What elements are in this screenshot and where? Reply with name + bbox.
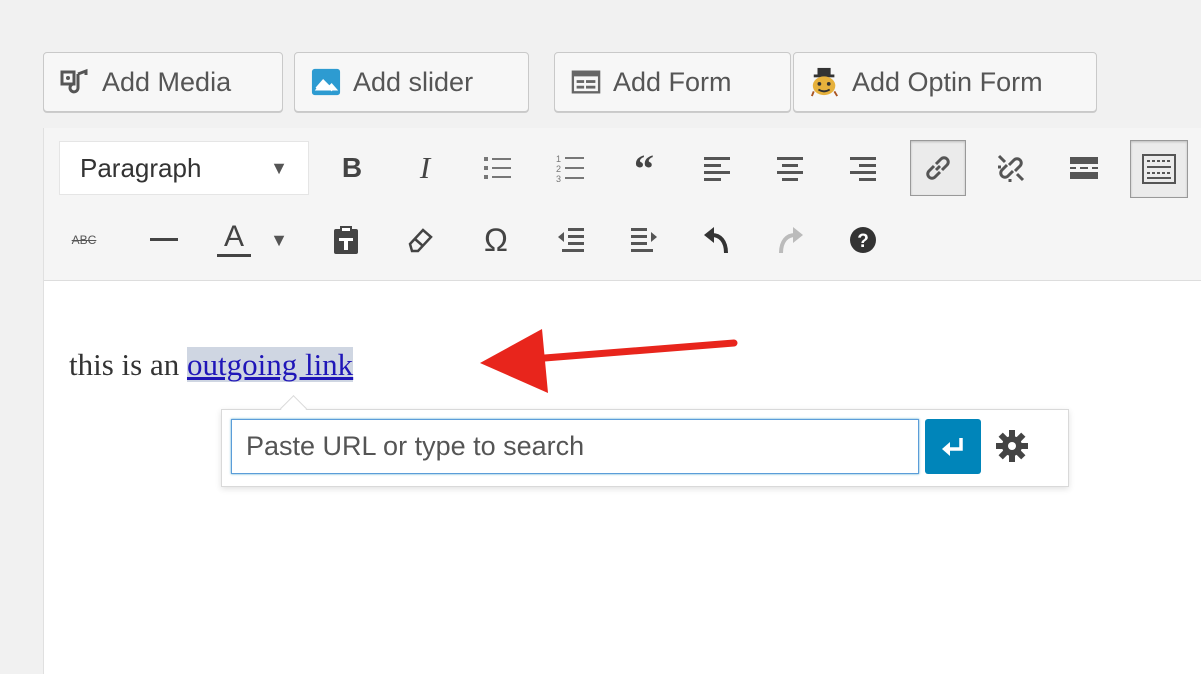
- align-center-button[interactable]: [770, 146, 810, 190]
- read-more-button[interactable]: [1064, 146, 1104, 190]
- optin-icon: [810, 67, 840, 97]
- popup-caret: [280, 395, 307, 422]
- read-more-icon: [1070, 157, 1098, 179]
- svg-text:2: 2: [556, 164, 561, 174]
- text-color-button[interactable]: A: [209, 214, 259, 264]
- editor: Paragraph ▼ B I 123 “ ABC A ▼ Ω ? this i…: [43, 128, 1201, 674]
- italic-button[interactable]: I: [405, 146, 445, 190]
- format-select[interactable]: Paragraph ▼: [59, 141, 309, 195]
- add-optin-form-label: Add Optin Form: [852, 66, 1043, 97]
- undo-icon: [704, 227, 728, 254]
- toolbar-toggle-button[interactable]: [1130, 140, 1188, 198]
- add-slider-label: Add slider: [353, 66, 474, 97]
- undo-button[interactable]: [697, 218, 737, 262]
- add-optin-form-button[interactable]: Add Optin Form: [793, 52, 1097, 112]
- add-media-button[interactable]: Add Media: [43, 52, 283, 112]
- red-arrow-annotation: [480, 329, 738, 393]
- text-color-dropdown[interactable]: ▼: [266, 218, 292, 262]
- redo-icon: [779, 227, 803, 254]
- media-icon: [60, 67, 90, 97]
- horizontal-line-button[interactable]: [144, 218, 184, 262]
- outdent-button[interactable]: [551, 218, 591, 262]
- redo-button[interactable]: [770, 218, 810, 262]
- numbered-list-icon: 123: [556, 154, 584, 183]
- content-paragraph: this is an outgoing link: [69, 347, 354, 383]
- align-right-icon: [850, 157, 876, 181]
- apply-link-button[interactable]: [925, 419, 981, 474]
- toolbar-toggle-icon: [1142, 154, 1176, 184]
- horizontal-line-icon: [150, 238, 178, 241]
- paste-text-icon: [334, 226, 358, 254]
- clear-formatting-button[interactable]: [401, 218, 441, 262]
- blockquote-icon: “: [634, 145, 654, 191]
- align-left-button[interactable]: [697, 146, 737, 190]
- align-right-button[interactable]: [843, 146, 883, 190]
- add-media-label: Add Media: [102, 66, 232, 97]
- bold-icon: B: [341, 152, 363, 183]
- url-input[interactable]: [231, 419, 919, 474]
- numbered-list-button[interactable]: 123: [551, 146, 591, 190]
- link-popup: [221, 395, 1069, 487]
- outdent-icon: [558, 228, 584, 252]
- special-character-icon: Ω: [484, 221, 508, 258]
- link-button[interactable]: [910, 140, 966, 196]
- help-button[interactable]: ?: [843, 218, 883, 262]
- editor-toolbar: Paragraph ▼ B I 123 “ ABC A ▼ Ω ?: [44, 128, 1201, 281]
- gear-icon: [996, 430, 1028, 462]
- paragraph-text: this is an: [69, 347, 187, 382]
- paste-text-button[interactable]: [326, 218, 366, 262]
- italic-icon: I: [419, 150, 431, 185]
- bullet-list-icon: [484, 157, 511, 179]
- align-left-icon: [704, 157, 730, 181]
- link-settings-button[interactable]: [990, 424, 1034, 468]
- bold-button[interactable]: B: [332, 146, 372, 190]
- editor-content[interactable]: this is an outgoing link: [44, 281, 1201, 674]
- clear-formatting-icon: [408, 228, 433, 253]
- add-slider-button[interactable]: Add slider: [294, 52, 529, 112]
- align-center-icon: [777, 157, 803, 181]
- link-icon: [926, 156, 950, 180]
- svg-text:3: 3: [556, 174, 561, 183]
- help-icon: ?: [850, 227, 876, 253]
- special-character-button[interactable]: Ω: [476, 218, 516, 262]
- chevron-down-icon: ▼: [270, 157, 288, 178]
- enter-icon: [942, 437, 963, 456]
- strikethrough-icon: ABC: [71, 233, 97, 247]
- indent-button[interactable]: [624, 218, 664, 262]
- indent-icon: [631, 228, 657, 252]
- strikethrough-button[interactable]: ABC: [64, 218, 104, 262]
- blockquote-button[interactable]: “: [624, 145, 664, 191]
- add-form-button[interactable]: Add Form: [554, 52, 791, 112]
- text-color-swatch: [217, 253, 251, 257]
- bullet-list-button[interactable]: [478, 146, 518, 190]
- slider-icon: [311, 67, 341, 97]
- add-form-label: Add Form: [613, 66, 732, 97]
- chevron-down-icon: ▼: [270, 229, 288, 250]
- form-icon: [571, 67, 601, 97]
- outgoing-link[interactable]: outgoing link: [186, 347, 354, 382]
- unlink-icon: [997, 154, 1025, 182]
- svg-text:1: 1: [556, 154, 561, 164]
- text-color-icon: A: [223, 219, 244, 253]
- unlink-button[interactable]: [991, 146, 1031, 190]
- svg-text:?: ?: [857, 231, 869, 252]
- format-select-value: Paragraph: [80, 152, 202, 183]
